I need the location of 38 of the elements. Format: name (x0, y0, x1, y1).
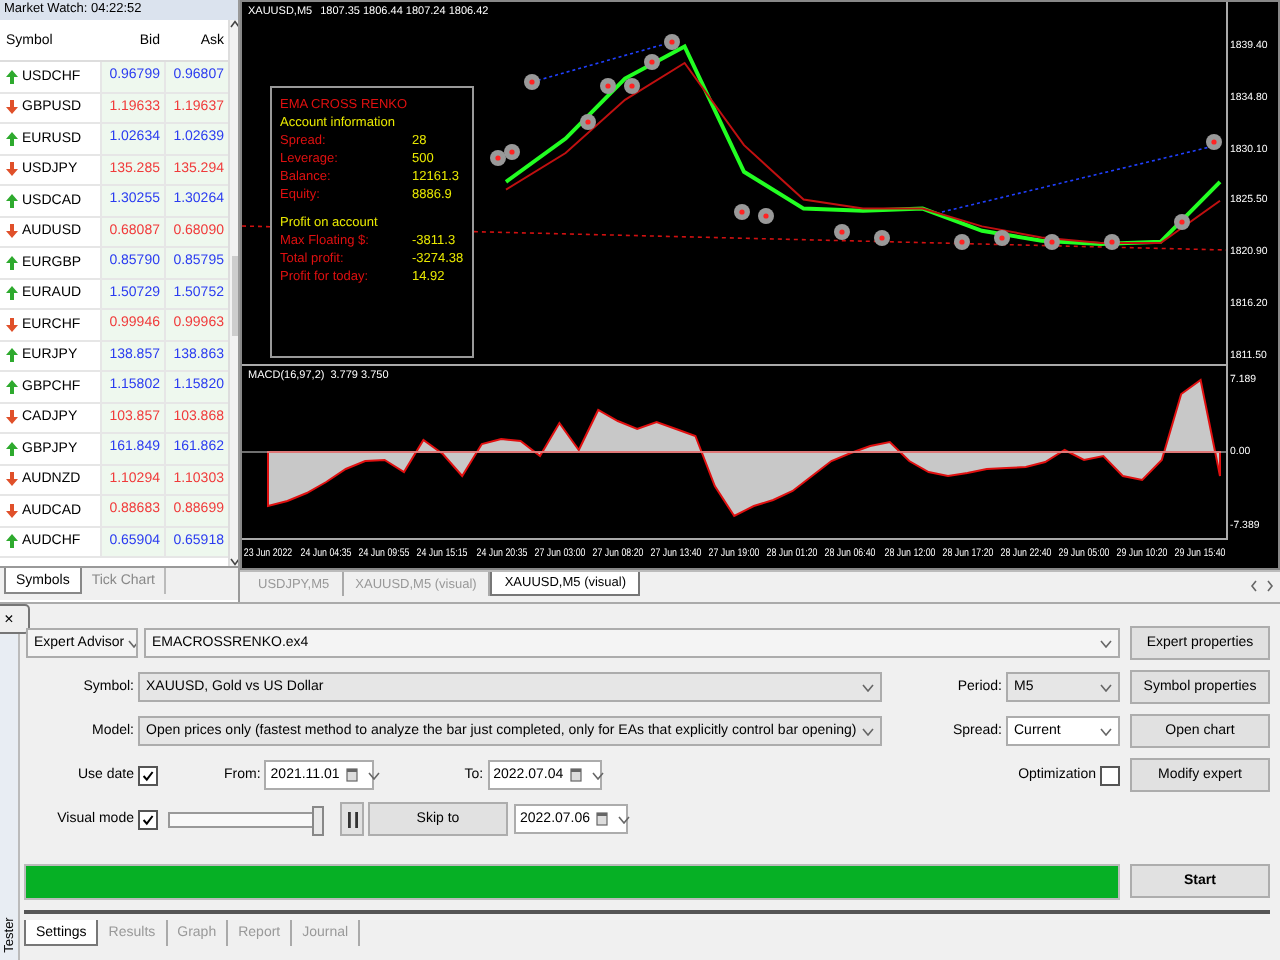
caret-icon (367, 771, 380, 779)
caret-icon (862, 683, 874, 691)
down-arrow-icon (6, 100, 18, 115)
checkbox[interactable] (138, 809, 158, 829)
up-arrow-icon (6, 441, 18, 456)
down-arrow-icon (6, 162, 18, 177)
pause-icon (347, 811, 357, 827)
close-button[interactable]: × (0, 604, 30, 634)
slider-handle[interactable] (311, 805, 324, 835)
checkbox[interactable] (1100, 765, 1120, 785)
caret-icon (1100, 683, 1112, 691)
down-arrow-icon (6, 503, 18, 518)
up-arrow-icon (6, 193, 18, 208)
scrollbar[interactable] (228, 20, 238, 566)
calendar-icon (569, 768, 582, 782)
caret-icon (591, 771, 604, 779)
up-arrow-icon (6, 69, 18, 84)
calendar-icon (596, 812, 609, 826)
up-arrow-icon (6, 286, 18, 301)
up-arrow-icon (6, 255, 18, 270)
up-arrow-icon (6, 348, 18, 363)
tab-scroll-icon (1250, 580, 1274, 592)
pause-button[interactable] (340, 802, 364, 836)
caret-icon (862, 727, 874, 735)
up-arrow-icon (6, 379, 18, 394)
down-arrow-icon (6, 317, 18, 332)
scroll-up-icon (230, 20, 238, 28)
up-arrow-icon (6, 534, 18, 549)
down-arrow-icon (6, 224, 18, 239)
down-arrow-icon (6, 472, 18, 487)
up-arrow-icon (6, 131, 18, 146)
caret-icon (618, 815, 631, 823)
scroll-down-icon (230, 558, 238, 566)
down-arrow-icon (6, 410, 18, 425)
caret-icon (1100, 727, 1112, 735)
checkbox[interactable] (138, 765, 158, 785)
calendar-icon (345, 768, 358, 782)
caret-icon (1100, 639, 1112, 647)
